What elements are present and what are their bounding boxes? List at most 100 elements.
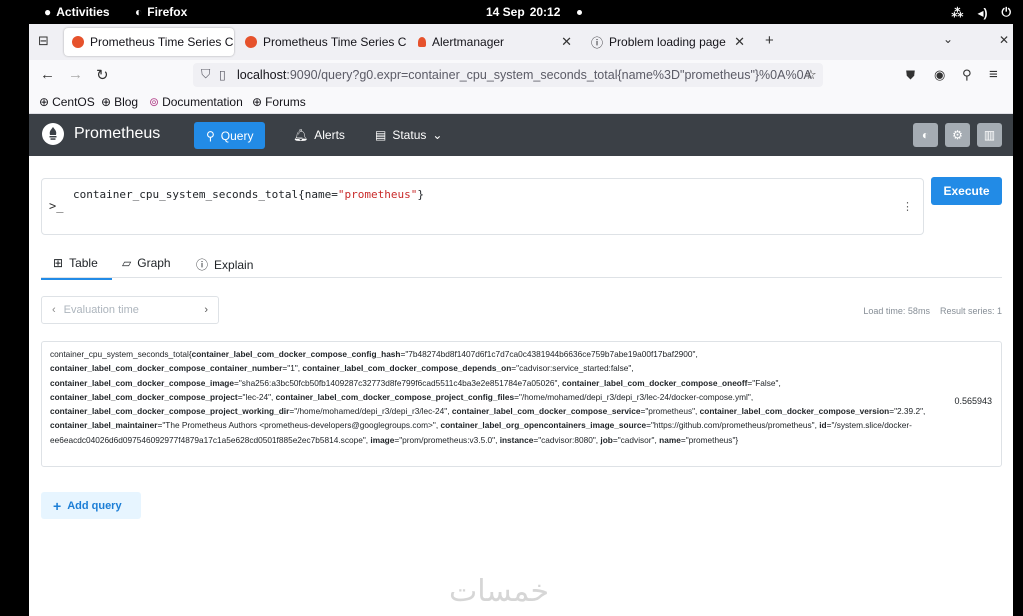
bookmark-centos[interactable]: ⊕ CentOS <box>39 95 95 109</box>
result-table: container_cpu_system_seconds_total{conta… <box>41 341 1002 467</box>
label-key: name <box>659 434 681 445</box>
label-key: container_label_maintainer <box>50 420 158 431</box>
tab-overview-icon[interactable]: ⊟ <box>38 33 49 49</box>
tab-problem-loading[interactable]: ⓘ Problem loading page ✕ <box>583 28 753 56</box>
label-value: "cadvisor:8080" <box>538 434 596 445</box>
chevron-right-icon[interactable]: › <box>204 304 208 316</box>
close-tab-icon[interactable]: ✕ <box>561 34 572 50</box>
bookmark-forums[interactable]: ⊕ Forums <box>252 95 306 109</box>
activities-button[interactable]: ● Activities <box>44 5 110 19</box>
label-value: "7b48274bd8f1407d6f1c7d7ca0c4381944b6636… <box>405 349 696 359</box>
contrast-icon: ◐ <box>921 128 930 142</box>
label-value: "The Prometheus Authors <prometheus-deve… <box>162 420 436 431</box>
prometheus-logo-icon <box>42 123 64 145</box>
chevron-down-icon: ⌄ <box>432 128 443 142</box>
volume-icon: ◂) <box>977 5 988 20</box>
tab-graph[interactable]: ▱ Graph <box>122 256 171 270</box>
firefox-icon: ◐ <box>135 5 143 19</box>
nav-query[interactable]: ⚲ Query <box>194 122 266 149</box>
extensions-icon[interactable]: ⚲ <box>962 67 972 83</box>
reload-icon[interactable]: ↻ <box>96 66 109 84</box>
shield-icon[interactable]: ⛉ <box>201 67 210 82</box>
label-key: container_label_com_docker_compose_proje… <box>50 391 238 402</box>
nav-status[interactable]: ▤ Status ⌄ <box>363 122 454 148</box>
bookmark-blog[interactable]: ⊕ Blog <box>101 95 138 109</box>
label-value: "prometheus" <box>645 406 696 417</box>
tab-table[interactable]: ⊞ Table <box>41 256 112 280</box>
list-tabs-icon[interactable]: ⌄ <box>943 32 953 46</box>
label-value: "2.39.2" <box>894 406 924 417</box>
close-window-icon[interactable]: ✕ <box>999 33 1009 47</box>
power-icon: ⏻ <box>1001 5 1012 19</box>
evaluation-time-input[interactable]: ‹ Evaluation time › <box>41 296 219 324</box>
docs-button[interactable]: ▥ <box>977 123 1002 147</box>
tab-explain[interactable]: ⓘ Explain <box>196 256 253 273</box>
prometheus-favicon <box>245 36 257 48</box>
menu-icon[interactable]: ≡ <box>989 66 998 83</box>
label-key: container_label_com_docker_compose_confi… <box>191 349 401 359</box>
page-icon[interactable]: ▯ <box>219 67 226 82</box>
info-icon: ⓘ <box>196 258 209 272</box>
label-value: "prometheus" <box>685 434 736 445</box>
terminal-icon: >_ <box>49 199 64 213</box>
tab-alertmanager[interactable]: Alertmanager ✕ <box>410 28 580 56</box>
new-tab-icon[interactable]: + <box>765 32 774 49</box>
expression-input[interactable]: >_ container_cpu_system_seconds_total{na… <box>41 178 924 235</box>
app-menu[interactable]: ◐ Firefox <box>135 5 187 19</box>
bookmark-star-icon[interactable]: ☆ <box>805 67 817 83</box>
more-options-icon[interactable]: ⋮ <box>902 200 913 213</box>
query-page: >_ container_cpu_system_seconds_total{na… <box>29 156 1013 616</box>
globe-icon: ⊕ <box>39 95 50 109</box>
notification-dot <box>577 9 583 15</box>
panel-tabs: ⊞ Table ▱ Graph ⓘ Explain <box>41 250 1002 280</box>
alertmanager-favicon <box>418 37 426 47</box>
bookmarks-toolbar: ⊕ CentOS ⊕ Blog ⊚ Documentation ⊕ Forums <box>29 90 1013 114</box>
tab-prometheus-2[interactable]: Prometheus Time Series C ✕ <box>237 28 407 56</box>
search-icon: ⚲ <box>206 128 215 143</box>
query-stats: Load time: 58ms Result series: 1 <box>863 306 1002 316</box>
table-icon: ⊞ <box>53 256 64 270</box>
nav-alerts[interactable]: 🔔︎ Alerts <box>281 122 357 148</box>
back-icon[interactable]: ← <box>40 66 55 83</box>
label-value: "1" <box>287 363 298 374</box>
settings-button[interactable]: ⚙ <box>945 123 970 147</box>
watermark: خمسات <box>449 574 550 609</box>
label-key: instance <box>499 434 534 445</box>
label-value: "prom/prometheus:v3.5.0" <box>399 434 496 445</box>
add-query-button[interactable]: + Add query <box>41 492 141 519</box>
forward-icon[interactable]: → <box>68 66 83 83</box>
graph-icon: ▱ <box>122 256 132 270</box>
label-key: container_label_com_docker_compose_proje… <box>275 391 515 402</box>
execute-button[interactable]: Execute <box>931 177 1002 205</box>
bell-icon: 🔔︎ <box>293 128 309 142</box>
chevron-left-icon[interactable]: ‹ <box>52 304 56 316</box>
server-icon: ▤ <box>375 128 387 142</box>
activities-icon: ● <box>44 5 52 19</box>
account-icon[interactable]: ◉ <box>934 67 945 83</box>
expression-text: container_cpu_system_seconds_total{name=… <box>73 188 425 201</box>
brand[interactable]: Prometheus <box>42 123 160 145</box>
clock[interactable]: 14 Sep 20:12 <box>486 5 583 19</box>
url-bar[interactable]: ⛉ ▯ localhost:9090/query?g0.expr=contain… <box>193 63 823 87</box>
docs-icon: ⊚ <box>149 95 160 109</box>
firefox-window: ⊟ Prometheus Time Series C ✕ Prometheus … <box>29 24 1013 616</box>
close-tab-icon[interactable]: ✕ <box>734 34 745 50</box>
metric-name: container_cpu_system_seconds_total <box>50 349 189 359</box>
label-key: container_label_org_opencontainers_image… <box>440 420 647 431</box>
label-value: "/home/mohamed/depi_r3/depi_r3/lec-24" <box>294 406 448 417</box>
label-key: container_label_com_docker_compose_conta… <box>50 363 283 374</box>
theme-toggle-button[interactable]: ◐ <box>913 123 938 147</box>
series-value: 0.565943 <box>954 396 992 406</box>
label-value: "https://github.com/prometheus/prometheu… <box>650 420 815 431</box>
label-value: "sha256:a3bc50fcb50fb1409287c32773d8fe79… <box>238 377 558 388</box>
label-key: container_label_com_docker_compose_image <box>50 377 234 388</box>
label-value: "lec-24" <box>242 391 272 402</box>
bookmark-documentation[interactable]: ⊚ Documentation <box>149 95 243 109</box>
label-value: "cadvisor:service_started:false" <box>516 363 632 374</box>
label-key: container_label_com_docker_compose_versi… <box>699 406 890 417</box>
tab-prometheus-1[interactable]: Prometheus Time Series C ✕ <box>64 28 234 56</box>
label-key: id <box>819 420 827 431</box>
system-status-area[interactable]: ⁂ ◂) ⏻ <box>951 5 1011 20</box>
pocket-icon[interactable]: ⛊ <box>906 68 915 83</box>
network-icon: ⁂ <box>951 5 964 20</box>
